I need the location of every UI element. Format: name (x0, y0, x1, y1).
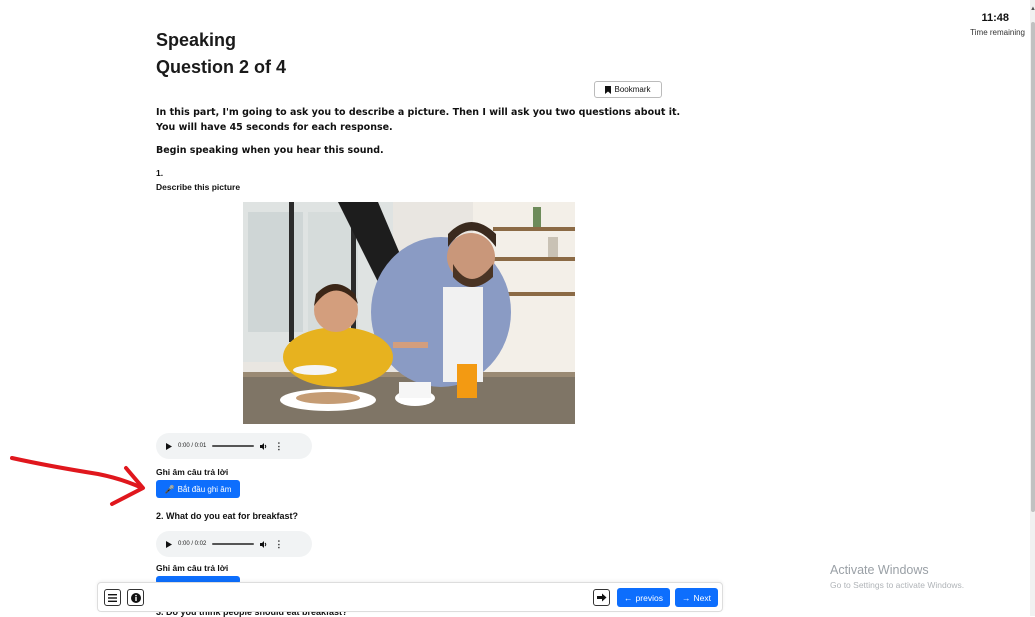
activation-watermark-subtitle: Go to Settings to activate Windows. (830, 580, 965, 590)
timer-label: Time remaining (970, 28, 1025, 37)
previous-label: previos (635, 592, 663, 603)
microphone-icon: 🎤 (164, 484, 175, 494)
scrollbar-thumb[interactable] (1031, 22, 1035, 512)
question-number: 1. (156, 168, 164, 178)
bookmark-icon (605, 85, 612, 94)
menu-icon (108, 593, 117, 602)
audio-time: 0:00 / 0:01 (178, 443, 207, 449)
navigation-footer: ← previos → Next (97, 582, 723, 612)
info-icon (130, 592, 141, 603)
volume-icon[interactable] (260, 540, 268, 548)
audio-player-2[interactable]: 0:00 / 0:02 ⋮ (156, 531, 312, 557)
previous-button[interactable]: ← previos (617, 588, 670, 607)
start-recording-label: Bắt đầu ghi âm (177, 484, 232, 494)
next-label: Next (693, 592, 711, 603)
bookmark-label: Bookmark (614, 85, 651, 94)
arrow-right-icon: → (682, 592, 691, 603)
bookmark-button[interactable]: Bookmark (594, 81, 662, 98)
play-icon[interactable] (166, 540, 172, 548)
question-title: Question 2 of 4 (156, 57, 287, 77)
arrow-left-icon: ← (624, 592, 633, 603)
menu-button[interactable] (104, 589, 121, 606)
annotation-arrow-icon (10, 456, 145, 506)
section-title: Speaking (156, 30, 237, 50)
instruction-line-1: In this part, I'm going to ask you to de… (156, 107, 681, 118)
instruction-line-2: You will have 45 seconds for each respon… (156, 122, 393, 133)
next-button[interactable]: → Next (675, 588, 718, 607)
start-recording-button[interactable]: 🎤 Bắt đầu ghi âm (156, 480, 240, 498)
scroll-up-arrow-icon[interactable]: ▲ (1030, 6, 1035, 12)
more-options-icon[interactable]: ⋮ (274, 539, 283, 550)
audio-progress-bar[interactable] (212, 445, 255, 447)
audio-time: 0:00 / 0:02 (178, 541, 207, 547)
more-options-icon[interactable]: ⋮ (274, 441, 283, 452)
question-picture (243, 202, 575, 424)
question-2-prompt: 2. What do you eat for breakfast? (156, 511, 299, 521)
timer-value: 11:48 (981, 12, 1009, 24)
audio-progress-bar[interactable] (212, 543, 255, 545)
begin-instruction: Begin speaking when you hear this sound. (156, 145, 384, 156)
audio-player[interactable]: 0:00 / 0:01 ⋮ (156, 433, 312, 459)
sign-out-icon (596, 593, 606, 602)
volume-icon[interactable] (260, 442, 268, 450)
record-label: Ghi âm câu trả lời (156, 467, 229, 477)
exit-button[interactable] (593, 589, 610, 606)
play-icon[interactable] (166, 442, 172, 450)
question-prompt: Describe this picture (156, 182, 241, 192)
record-label-2: Ghi âm câu trả lời (156, 563, 229, 573)
activation-watermark-title: Activate Windows (830, 563, 929, 577)
info-button[interactable] (127, 589, 144, 606)
